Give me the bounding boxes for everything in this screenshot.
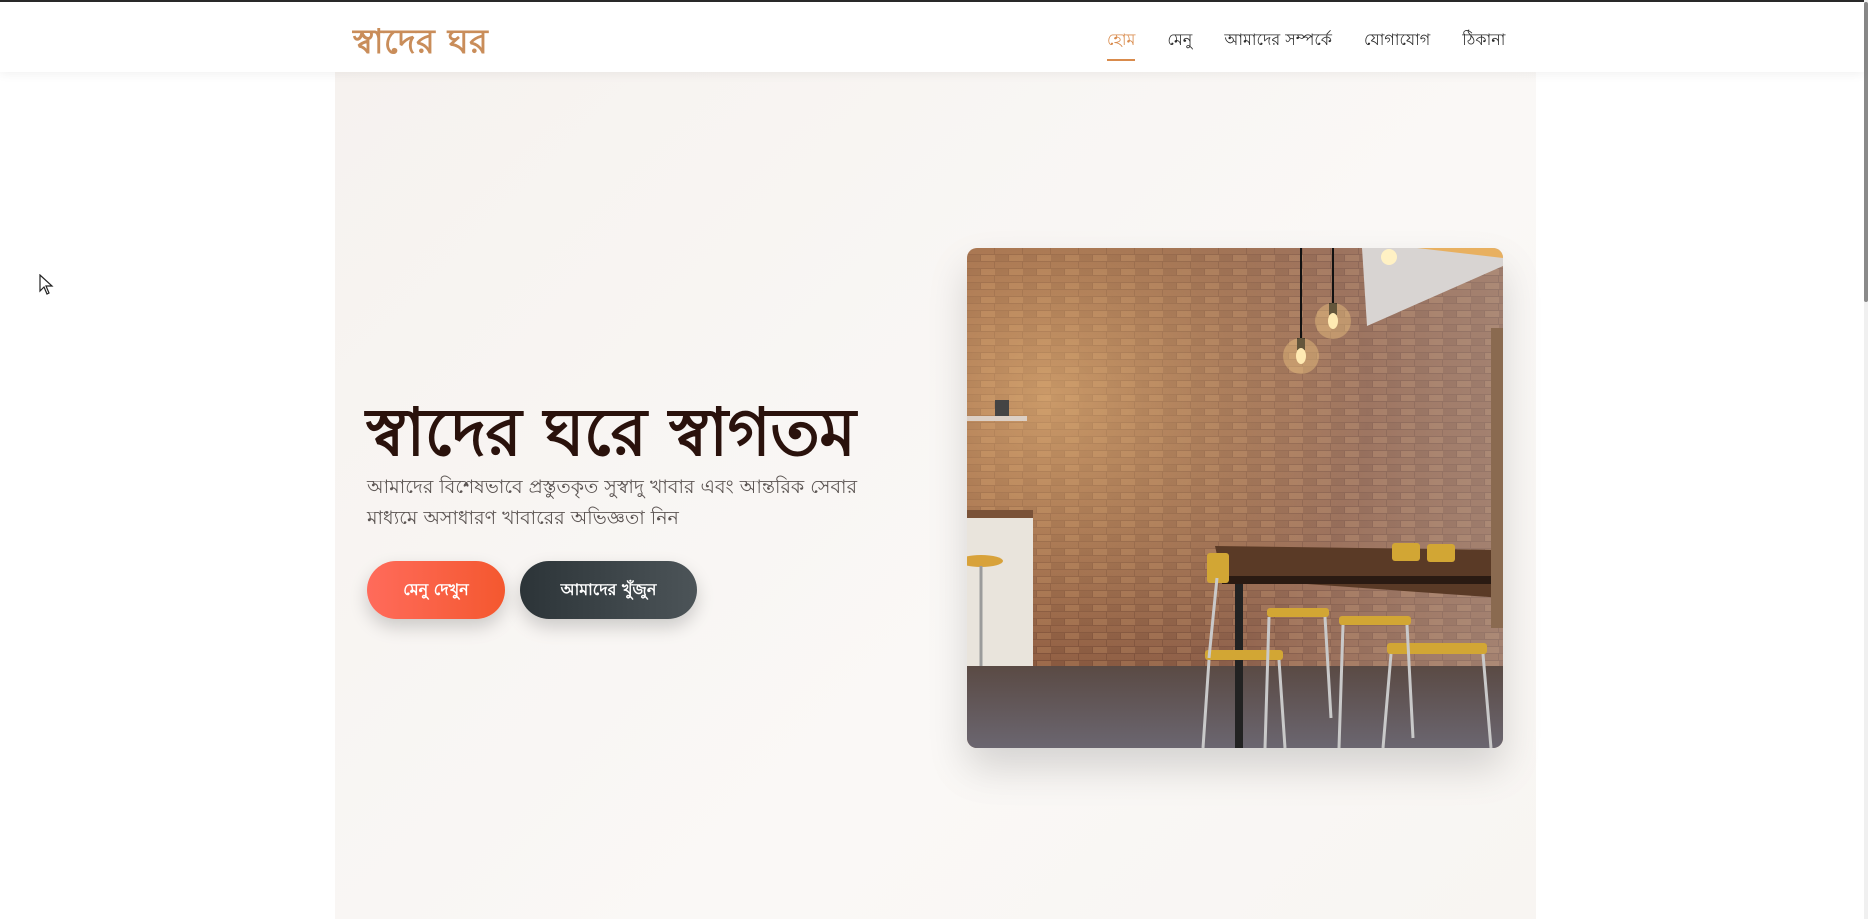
main-nav: হোম মেনু আমাদের সম্পর্কে যোগাযোগ ঠিকানা xyxy=(1107,27,1505,61)
restaurant-interior-image xyxy=(967,248,1503,748)
page-scrollbar[interactable] xyxy=(1864,0,1868,919)
nav-item-address[interactable]: ঠিকানা xyxy=(1462,27,1505,54)
hero-section: স্বাদের ঘরে স্বাগতম আমাদের বিশেষভাবে প্র… xyxy=(335,72,1536,919)
nav-item-home[interactable]: হোম xyxy=(1107,27,1136,61)
scrollbar-thumb[interactable] xyxy=(1864,2,1868,302)
site-header: স্বাদের ঘর হোম মেনু আমাদের সম্পর্কে যোগা… xyxy=(0,2,1864,72)
find-us-button[interactable]: আমাদের খুঁজুন xyxy=(520,561,697,619)
mouse-cursor-icon xyxy=(39,274,54,295)
nav-item-contact[interactable]: যোগাযোগ xyxy=(1364,27,1430,54)
site-logo[interactable]: স্বাদের ঘর xyxy=(353,16,488,73)
nav-item-about[interactable]: আমাদের সম্পর্কে xyxy=(1224,27,1332,54)
hero-subtitle: আমাদের বিশেষভাবে প্রস্তুতকৃত সুস্বাদু খা… xyxy=(367,476,858,529)
nav-item-menu[interactable]: মেনু xyxy=(1167,27,1192,54)
view-menu-button[interactable]: মেনু দেখুন xyxy=(367,561,505,619)
